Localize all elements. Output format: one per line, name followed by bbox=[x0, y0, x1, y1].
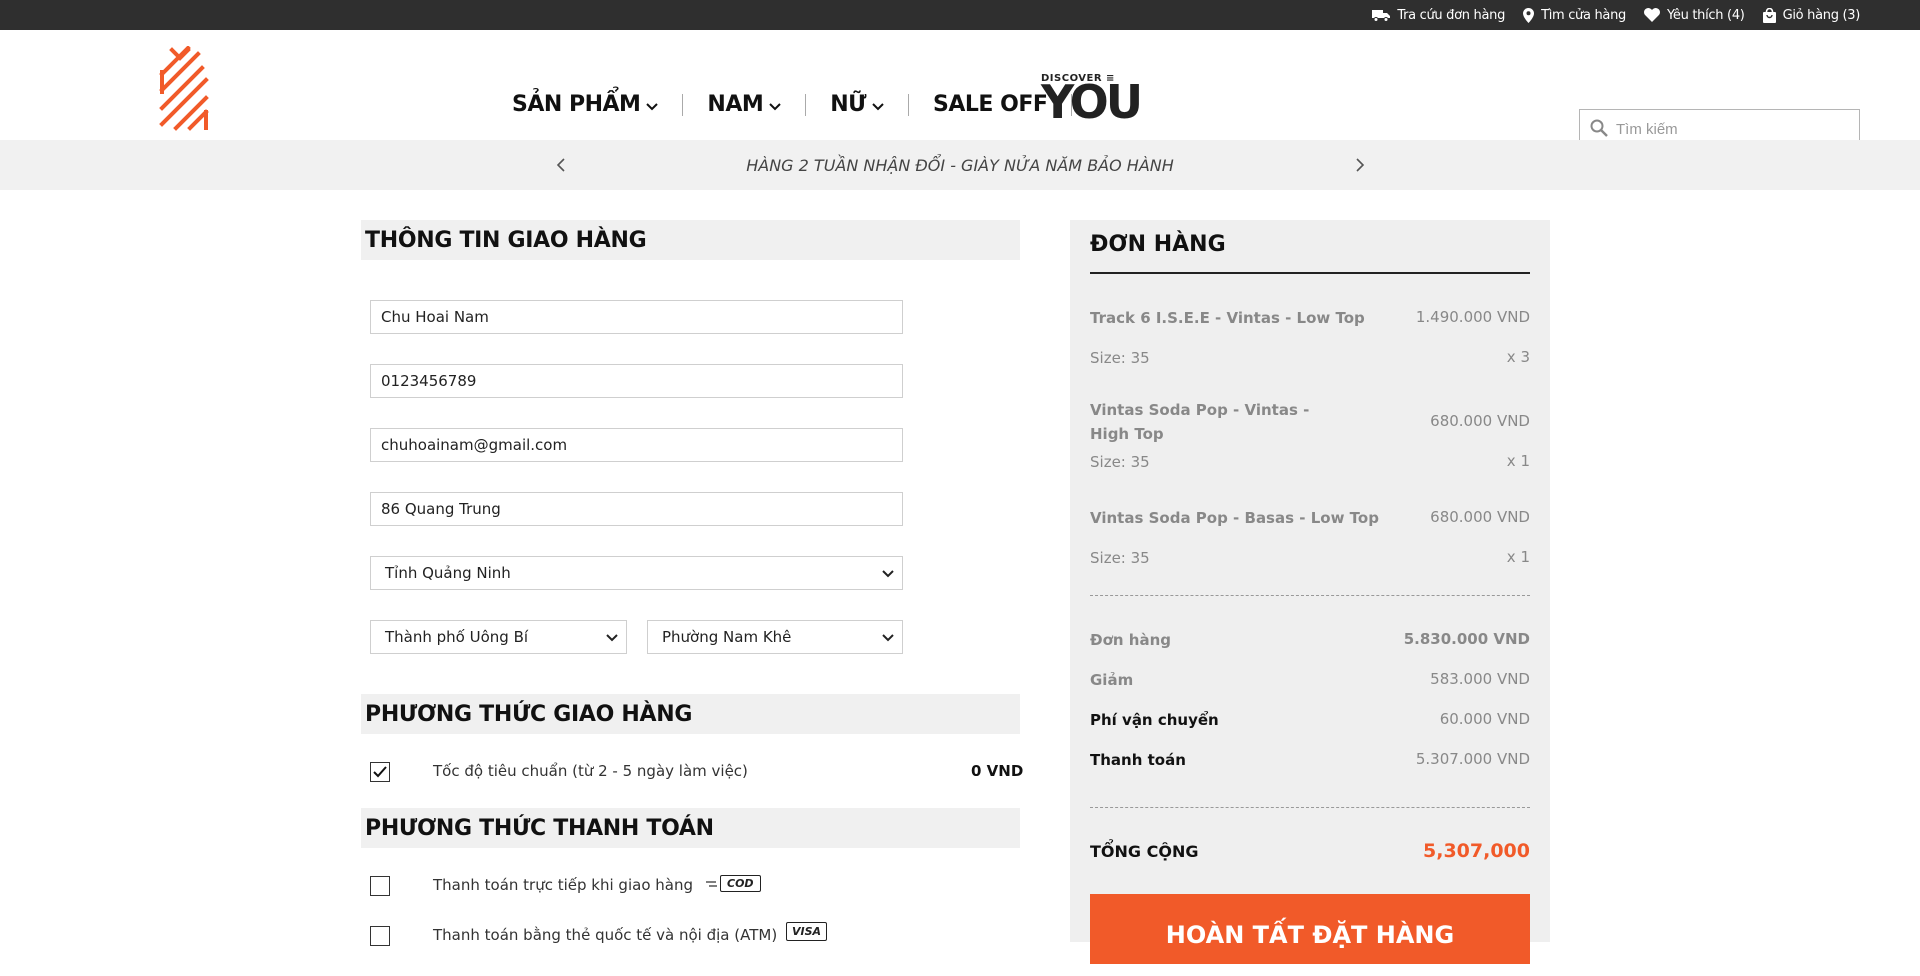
brand-logo[interactable] bbox=[158, 45, 210, 138]
order-title: ĐƠN HÀNG bbox=[1090, 232, 1226, 257]
standard-shipping-label: Tốc độ tiêu chuẩn (từ 2 - 5 ngày làm việ… bbox=[433, 762, 748, 780]
complete-order-button[interactable]: HOÀN TẤT ĐẶT HÀNG bbox=[1090, 894, 1530, 964]
find-store-label: Tìm cửa hàng bbox=[1541, 7, 1626, 23]
order-item-size: Size: 35 bbox=[1090, 349, 1150, 367]
subtotal-value: 5.830.000 VND bbox=[1403, 630, 1530, 648]
cart-link[interactable]: Giỏ hàng (3) bbox=[1762, 7, 1861, 23]
search-icon[interactable] bbox=[1590, 119, 1608, 141]
grand-total-value: 5,307,000 bbox=[1423, 840, 1530, 862]
payment-method-heading: PHƯƠNG THỨC THANH TOÁN bbox=[361, 808, 1020, 848]
shipping-info-title: THÔNG TIN GIAO HÀNG bbox=[365, 227, 647, 253]
nav-women-label: NỮ bbox=[830, 92, 867, 117]
header: SẢN PHẨM NAM NỮ SALE OFF DISCOVER ≡ YOU bbox=[0, 30, 1920, 150]
chevron-down-icon bbox=[769, 92, 781, 117]
order-item-price: 680.000 VND bbox=[1430, 508, 1530, 526]
payment-method-title: PHƯƠNG THỨC THANH TOÁN bbox=[365, 815, 714, 841]
chevron-down-icon bbox=[882, 628, 894, 646]
address-value: 86 Quang Trung bbox=[381, 500, 501, 518]
visa-badge: VISA bbox=[786, 922, 828, 941]
card-label: Thanh toán bằng thẻ quốc tế và nội địa (… bbox=[433, 926, 778, 944]
order-title-rule bbox=[1090, 272, 1530, 274]
district-select[interactable]: Thành phố Uông Bí bbox=[370, 620, 627, 654]
district-value: Thành phố Uông Bí bbox=[385, 628, 529, 646]
order-item-price: 680.000 VND bbox=[1430, 412, 1530, 430]
wishlist-link[interactable]: Yêu thích (4) bbox=[1644, 8, 1745, 23]
discover-you-logo[interactable]: DISCOVER ≡ YOU bbox=[1041, 74, 1143, 129]
top-links: Tra cứu đơn hàng Tìm cửa hàng Yêu thích … bbox=[1372, 0, 1860, 30]
shopping-bag-icon bbox=[1762, 7, 1776, 23]
email-value: chuhoainam@gmail.com bbox=[381, 436, 568, 454]
ward-value: Phường Nam Khê bbox=[662, 628, 792, 646]
ward-select[interactable]: Phường Nam Khê bbox=[647, 620, 903, 654]
discount-value: 583.000 VND bbox=[1430, 670, 1530, 688]
nav-men-label: NAM bbox=[707, 92, 764, 117]
main-nav: SẢN PHẨM NAM NỮ SALE OFF bbox=[512, 92, 1073, 117]
order-item-price: 1.490.000 VND bbox=[1415, 308, 1530, 326]
nav-sale-label: SALE OFF bbox=[933, 92, 1048, 117]
nav-women[interactable]: NỮ bbox=[806, 92, 908, 117]
province-select[interactable]: Tỉnh Quảng Ninh bbox=[370, 556, 903, 590]
order-item-qty: x 1 bbox=[1506, 548, 1530, 566]
order-summary: ĐƠN HÀNG Track 6 I.S.E.E - Vintas - Low … bbox=[1070, 220, 1550, 964]
chevron-down-icon bbox=[606, 628, 618, 646]
track-order-label: Tra cứu đơn hàng bbox=[1397, 7, 1506, 23]
track-order-link[interactable]: Tra cứu đơn hàng bbox=[1372, 8, 1505, 23]
shipping-method-title: PHƯƠNG THỨC GIAO HÀNG bbox=[365, 701, 693, 727]
shipping-method-heading: PHƯƠNG THỨC GIAO HÀNG bbox=[361, 694, 1020, 734]
nav-products[interactable]: SẢN PHẨM bbox=[512, 92, 682, 117]
cod-badge-text: COD bbox=[720, 875, 761, 892]
order-item-name: Track 6 I.S.E.E - Vintas - Low Top bbox=[1090, 309, 1365, 327]
map-pin-icon bbox=[1523, 7, 1535, 23]
truck-icon bbox=[1372, 9, 1391, 22]
cart-label: Giỏ hàng (3) bbox=[1782, 7, 1861, 23]
checkmark-icon bbox=[371, 766, 389, 785]
name-value: Chu Hoai Nam bbox=[381, 308, 489, 326]
nav-men[interactable]: NAM bbox=[683, 92, 805, 117]
chevron-right-icon bbox=[1350, 158, 1370, 180]
heart-icon bbox=[1644, 8, 1660, 22]
order-item-qty: x 1 bbox=[1506, 452, 1530, 470]
discount-label: Giảm bbox=[1090, 671, 1134, 689]
shipping-fee-label: Phí vận chuyển bbox=[1090, 711, 1219, 729]
province-value: Tỉnh Quảng Ninh bbox=[385, 564, 511, 582]
wishlist-label: Yêu thích (4) bbox=[1667, 7, 1745, 23]
discover-you-label: YOU bbox=[1041, 75, 1143, 129]
order-item-name: Vintas Soda Pop - Basas - Low Top bbox=[1090, 509, 1379, 527]
nav-products-label: SẢN PHẨM bbox=[512, 92, 641, 117]
payment-label: Thanh toán bbox=[1090, 751, 1186, 769]
phone-field[interactable]: 0123456789 bbox=[370, 364, 903, 398]
shipping-fee-value: 60.000 VND bbox=[1439, 710, 1530, 728]
name-field[interactable]: Chu Hoai Nam bbox=[370, 300, 903, 334]
payment-value: 5.307.000 VND bbox=[1415, 750, 1530, 768]
shipping-method-price: 0 VND bbox=[971, 762, 1024, 780]
card-checkbox[interactable] bbox=[370, 926, 390, 946]
grand-total-label: TỔNG CỘNG bbox=[1090, 842, 1199, 861]
chevron-down-icon bbox=[882, 564, 894, 582]
address-field[interactable]: 86 Quang Trung bbox=[370, 492, 903, 526]
speed-lines-icon bbox=[706, 874, 718, 893]
summary-divider bbox=[1090, 807, 1530, 808]
order-item-size: Size: 35 bbox=[1090, 549, 1150, 567]
email-field[interactable]: chuhoainam@gmail.com bbox=[370, 428, 903, 462]
shipping-info-heading: THÔNG TIN GIAO HÀNG bbox=[361, 220, 1020, 260]
cod-label: Thanh toán trực tiếp khi giao hàng bbox=[433, 876, 693, 894]
chevron-down-icon bbox=[872, 92, 884, 117]
standard-shipping-checkbox[interactable] bbox=[370, 762, 390, 782]
summary-divider bbox=[1090, 595, 1530, 596]
visa-badge-text: VISA bbox=[792, 925, 822, 938]
promo-banner: HÀNG 2 TUẦN NHẬN ĐỔI - GIÀY NỬA NĂM BẢO … bbox=[0, 140, 1920, 190]
order-item-qty: x 3 bbox=[1506, 348, 1530, 366]
search-input[interactable] bbox=[1616, 121, 1846, 138]
order-item-name: Vintas Soda Pop - Vintas - High Top bbox=[1090, 401, 1310, 443]
cod-checkbox[interactable] bbox=[370, 876, 390, 896]
subtotal-label: Đơn hàng bbox=[1090, 631, 1171, 649]
banner-next-button[interactable] bbox=[1350, 154, 1370, 176]
cod-badge: COD bbox=[706, 874, 761, 893]
phone-value: 0123456789 bbox=[381, 372, 477, 390]
order-item-size: Size: 35 bbox=[1090, 453, 1150, 471]
banner-message: HÀNG 2 TUẦN NHẬN ĐỔI - GIÀY NỬA NĂM BẢO … bbox=[746, 156, 1174, 175]
find-store-link[interactable]: Tìm cửa hàng bbox=[1523, 7, 1626, 23]
top-bar: Tra cứu đơn hàng Tìm cửa hàng Yêu thích … bbox=[0, 0, 1920, 30]
chevron-down-icon bbox=[646, 92, 659, 117]
